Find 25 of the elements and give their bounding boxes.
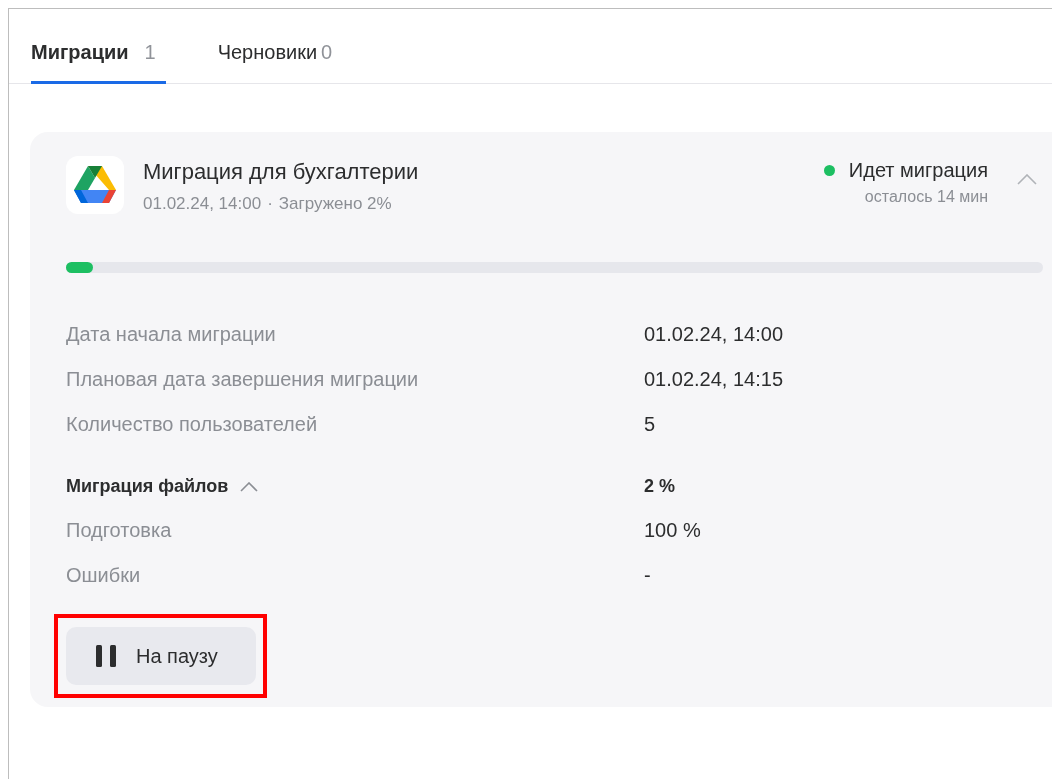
detail-value: 01.02.24, 14:00: [644, 323, 784, 346]
detail-value: 01.02.24, 14:15: [644, 368, 784, 391]
chevron-icon[interactable]: [1017, 174, 1037, 185]
detail-label: Дата начала миграции: [66, 323, 277, 346]
chevron-icon[interactable]: [240, 481, 259, 492]
time-remaining: осталось 14 мин: [863, 188, 988, 206]
detail-value: 2 %: [644, 476, 677, 497]
app-icon: [66, 156, 124, 214]
detail-label: Плановая дата завершения миграции: [66, 368, 420, 391]
detail-label: Подготовка: [66, 519, 173, 542]
separator-dot: ·: [267, 194, 273, 214]
status-label: Идет миграция: [848, 159, 988, 182]
pause-icon: [96, 645, 116, 667]
section-label: Миграция файлов: [66, 476, 229, 497]
detail-value: -: [644, 564, 652, 587]
detail-value: 100 %: [644, 519, 702, 542]
tab[interactable]: Миграции 1: [31, 31, 166, 84]
pause-button[interactable]: На паузу: [66, 627, 256, 685]
migration-title: Миграция для бухгалтерии: [143, 159, 420, 185]
migration-date: 01.02.24, 14:00: [143, 194, 262, 214]
upload-progress-text: Загружено 2%: [278, 194, 392, 214]
detail-label: Ошибки: [66, 564, 142, 587]
detail-value: 5: [644, 413, 657, 436]
detail-label: Количество пользователей: [66, 413, 319, 436]
tab[interactable]: Черновики 0: [217, 31, 333, 84]
